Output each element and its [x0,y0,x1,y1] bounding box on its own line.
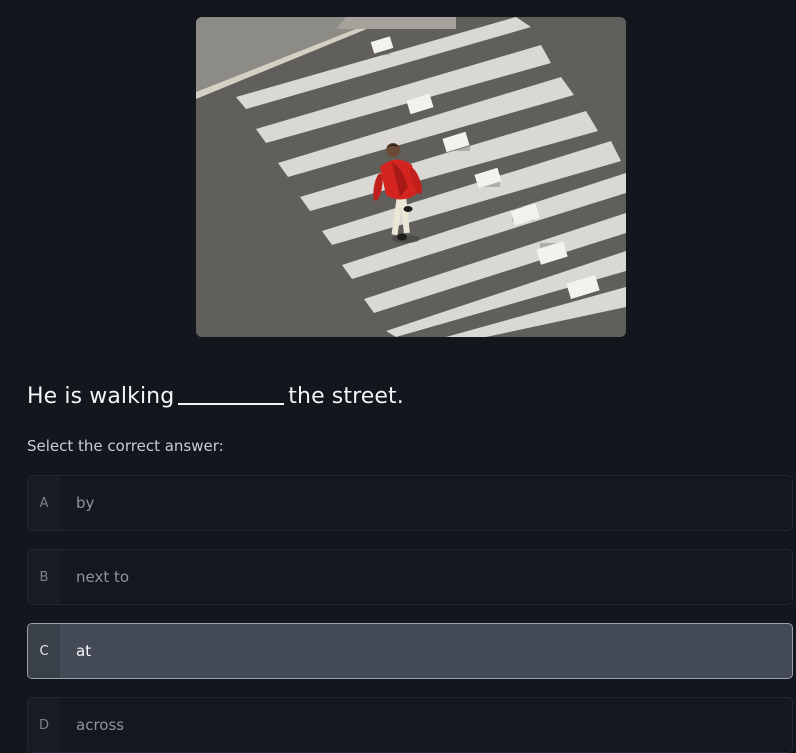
question-text-after: the street. [288,384,404,409]
option-text: at [76,642,92,660]
option-letter: B [28,550,60,604]
answer-prompt: Select the correct answer: [27,437,224,455]
answer-option-d[interactable]: D across [27,697,793,753]
option-letter: D [28,698,60,752]
question-image [196,17,626,337]
option-letter: A [28,476,60,530]
answer-option-b[interactable]: B next to [27,549,793,605]
question-text-before: He is walking [27,384,175,409]
option-letter: C [28,624,60,678]
answer-option-a[interactable]: A by [27,475,793,531]
option-text: across [76,716,125,734]
option-text: next to [76,568,130,586]
option-text: by [76,494,95,512]
answer-option-c[interactable]: C at [27,623,793,679]
question-text: He is walking the street. [27,381,404,409]
crosswalk-illustration [196,17,626,337]
answer-blank [178,381,285,405]
